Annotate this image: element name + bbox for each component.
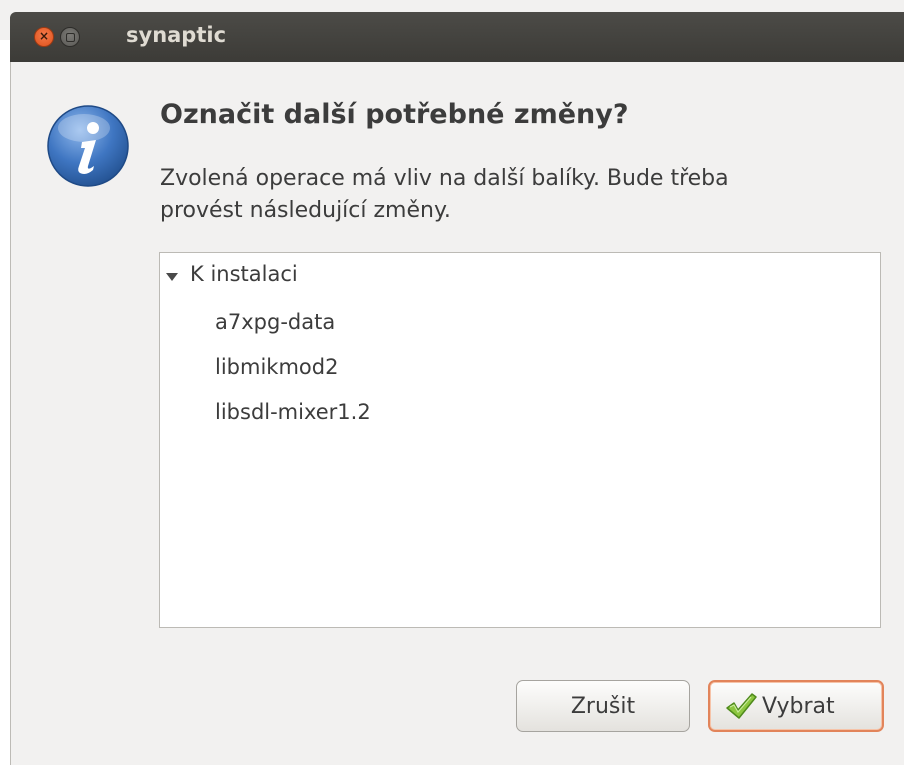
confirm-button[interactable]: Vybrat [708,680,884,732]
tree-group-label[interactable]: K instalaci [190,262,298,286]
changes-tree[interactable]: K instalaci a7xpg-data libmikmod2 libsdl… [159,252,881,628]
tree-item[interactable]: libsdl-mixer1.2 [215,400,371,424]
maximize-icon[interactable] [60,27,80,47]
dialog-message: Zvolená operace má vliv na další balíky.… [160,163,880,227]
cancel-button[interactable]: Zrušit [516,680,690,732]
checkmark-icon [726,693,757,719]
message-line: Zvolená operace má vliv na další balíky.… [160,166,729,191]
tree-item[interactable]: a7xpg-data [215,310,335,334]
expander-down-icon[interactable] [166,273,178,281]
window-title: synaptic [126,23,227,47]
info-icon [47,105,129,187]
dialog-window: × synaptic Označit další potřebné změny?… [0,0,904,765]
cancel-button-label: Zrušit [570,693,636,719]
title-bar[interactable]: × synaptic [10,12,904,62]
window-edge [0,40,11,765]
message-line: provést následující změny. [160,198,451,223]
confirm-button-label: Vybrat [762,693,835,719]
close-icon[interactable]: × [34,27,54,47]
dialog-heading: Označit další potřebné změny? [160,99,629,130]
tree-item[interactable]: libmikmod2 [215,355,338,379]
